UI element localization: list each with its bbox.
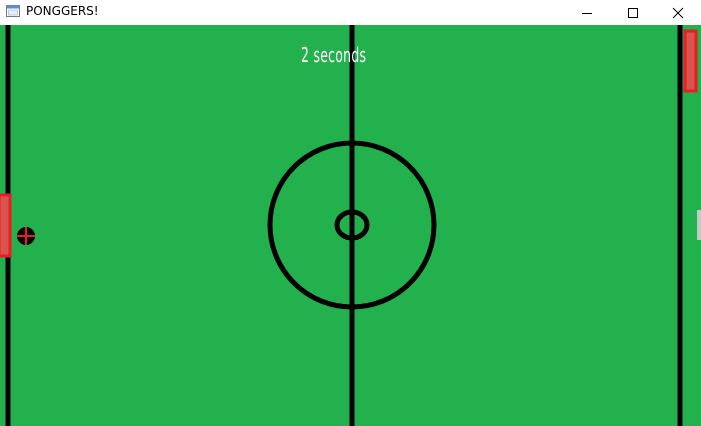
maximize-button[interactable] bbox=[610, 0, 656, 25]
window-title: PONGGERS! bbox=[26, 4, 99, 18]
window-edge-handle bbox=[697, 210, 701, 240]
close-button[interactable] bbox=[655, 0, 701, 25]
right-paddle bbox=[683, 29, 698, 93]
close-icon bbox=[672, 7, 684, 18]
countdown-text: 2 seconds bbox=[301, 43, 367, 67]
game-field[interactable]: 2 seconds bbox=[0, 25, 701, 426]
window-app-icon bbox=[6, 5, 20, 17]
minimize-icon bbox=[582, 12, 592, 14]
left-paddle bbox=[0, 193, 12, 258]
maximize-icon bbox=[628, 7, 638, 18]
title-bar[interactable]: PONGGERS! bbox=[0, 0, 701, 25]
minimize-button[interactable] bbox=[564, 0, 610, 25]
field-markings bbox=[0, 25, 698, 426]
game-window: PONGGERS! 2 seconds bbox=[0, 0, 701, 426]
ball bbox=[17, 227, 35, 245]
